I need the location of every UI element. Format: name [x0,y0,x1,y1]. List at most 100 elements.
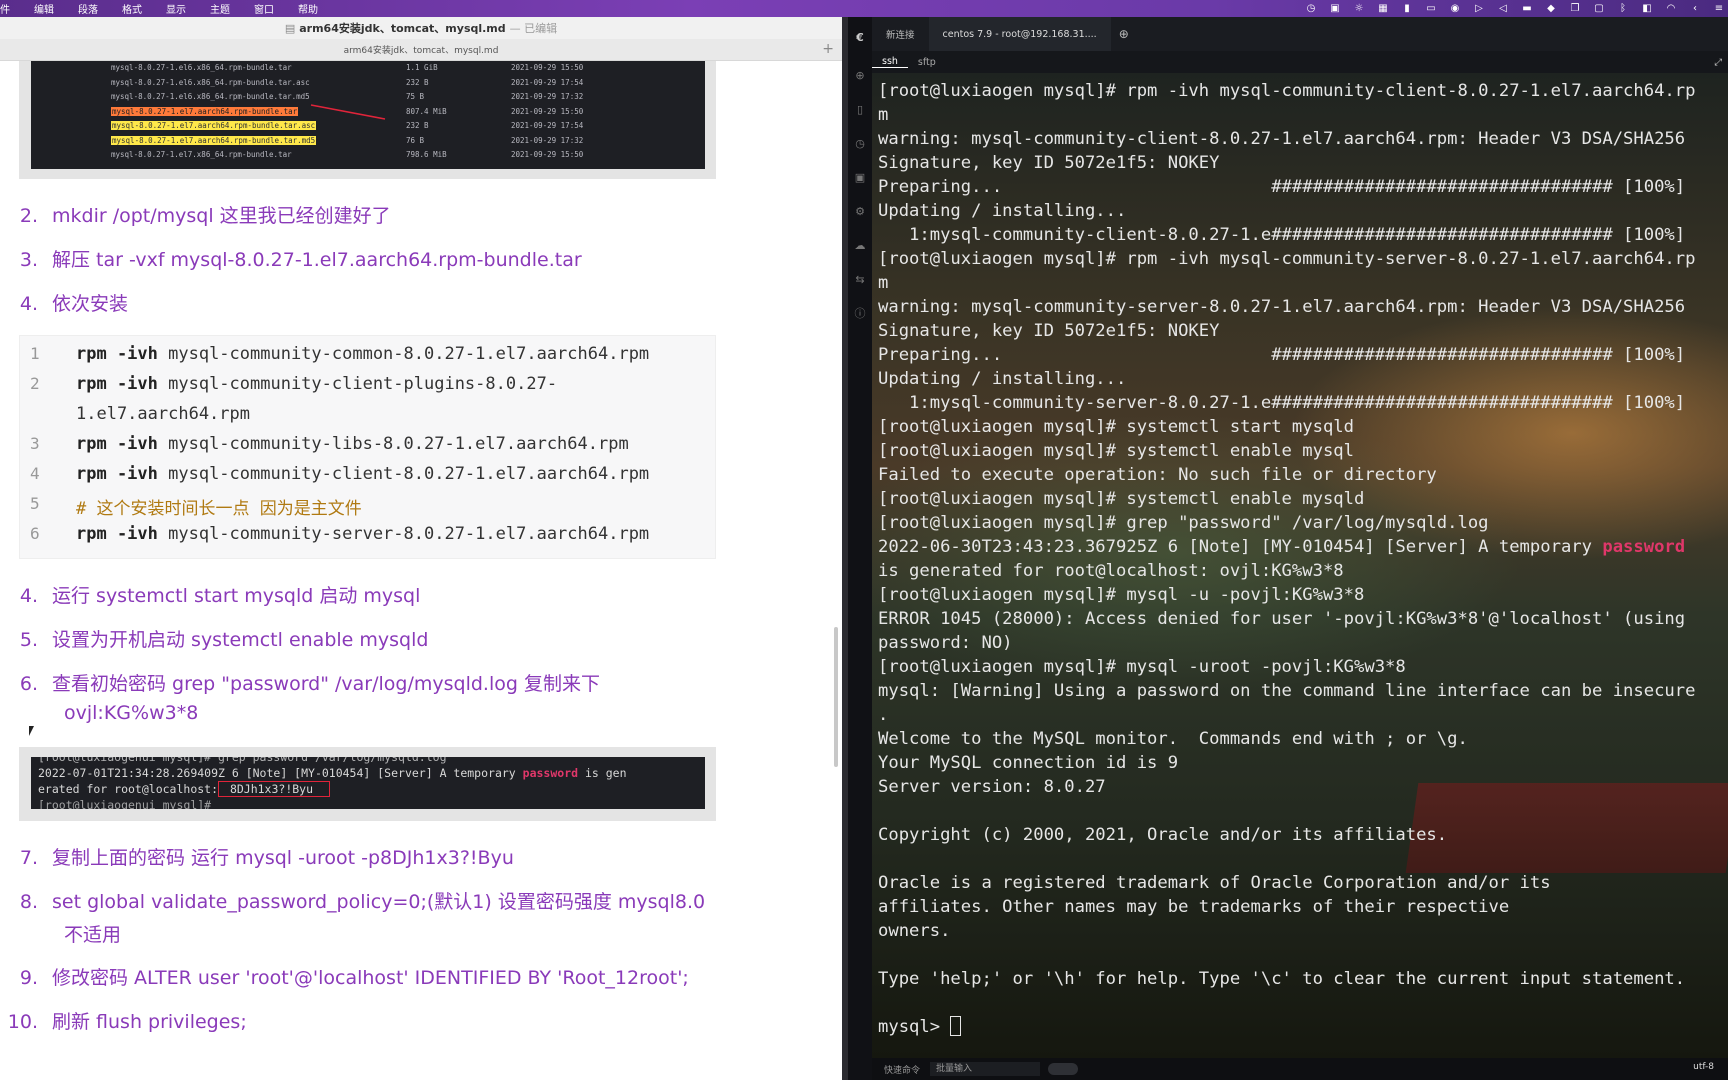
terminal-line: owners. [878,921,951,941]
car-icon[interactable]: ▬ [1522,3,1532,14]
display-icon[interactable]: ▢ [1594,3,1604,14]
menu-paragraph[interactable]: 段落 [78,1,98,16]
bluetooth-icon[interactable]: ᛒ [1618,3,1628,14]
quick-command-button[interactable]: 快速命令 [884,1063,920,1076]
add-icon[interactable]: ⊕ [853,69,867,83]
expand-icon[interactable]: ⤢ [1714,57,1722,68]
play-icon[interactable]: ▷ [1474,3,1484,14]
terminal-line: Oracle is a registered trademark of Orac… [878,873,1551,893]
settings-icon[interactable]: ⚙ [853,205,867,219]
camera-icon[interactable]: ▣ [1330,3,1340,14]
file-row: mysql-8.0.27-1.el6.x86_64.rpm-bundle.tar… [111,63,584,72]
terminal-output[interactable]: [root@luxiaogen mysql]# rpm -ivh mysql-c… [872,73,1728,1058]
log-line: [root@luxiaogenui mysql]# grep password … [38,757,447,764]
mouse-pointer-icon [29,726,34,736]
window-title: arm64安装jdk、tomcat、mysql.md [299,22,506,35]
terminal-line: [root@luxiaogen mysql]# mysql -uroot -po… [878,657,1406,677]
subtab-sftp[interactable]: sftp [908,57,946,68]
terminal-line: Signature, key ID 5072e1f5: NOKEY [878,153,1220,173]
brightness-icon[interactable]: ☼ [1354,3,1364,14]
document-icon: ▤ [284,21,296,35]
menu-help[interactable]: 帮助 [298,1,318,16]
tab-session[interactable]: centos 7.9 - root@192.168.31.... [928,17,1111,51]
window-titlebar: ▤ arm64安装jdk、tomcat、mysql.md — 已编辑 [0,17,842,39]
file-row: mysql-8.0.27-1.el7.aarch64.rpm-bundle.ta… [111,135,584,145]
list-item: 6. 查看初始密码 grep "password" /var/log/mysqld… [19,673,600,695]
control-center-icon[interactable]: ≡ [1714,3,1724,14]
log-line: 2022-07-01T21:34:28.269409Z 6 [Note] [MY… [38,766,627,780]
transfer-icon[interactable]: ⇆ [853,273,867,287]
activity-icon[interactable]: ▦ [1378,3,1388,14]
terminal-line: Your MySQL connection id is 9 [878,753,1179,773]
terminal-line: [root@luxiaogen mysql]# rpm -ivh mysql-c… [878,81,1696,101]
terminal-sidebar: € ⊕ ▯ ◷ ▣ ⚙ ☁ ⇆ ⓘ [848,17,872,1080]
tab-document[interactable]: arm64安装jdk、tomcat、mysql.md [344,43,499,56]
list-item: 8. set global validate_password_policy=0;… [19,891,706,913]
code-block[interactable]: 1 rpm -ivh mysql-community-common-8.0.27-… [19,335,716,559]
battery-icon[interactable]: ▮ [1402,3,1412,14]
list-item: 5. 设置为开机启动 systemctl enable mysqld [19,629,429,651]
terminal-line: [root@luxiaogen mysql]# grep "password" … [878,513,1489,533]
menu-format[interactable]: 格式 [122,1,142,16]
batch-input-field[interactable]: 批量输入 [930,1062,1041,1076]
image-icon[interactable]: ▣ [853,171,867,185]
terminal-line: Preparing... ###########################… [878,345,1686,365]
terminal-line: [root@luxiaogen mysql]# rpm -ivh mysql-c… [878,249,1696,269]
menubar-status-icons: ◷ ▣ ☼ ▦ ▮ ▭ ◉ ▷ ◁ ▬ ◆ ❐ ▢ ᛒ ◧ ◠ ‹ ≡ [1306,0,1724,17]
terminal-line: [root@luxiaogen mysql]# systemctl enable… [878,441,1354,461]
menu-bar: 件 编辑 段落 格式 显示 主题 窗口 帮助 ◷ ▣ ☼ ▦ ▮ ▭ ◉ ▷ ◁… [0,0,1728,17]
session-subtabs: ssh sftp ⤢ [872,51,1728,73]
logo-icon[interactable]: € [853,31,867,45]
terminal-line: Failed to execute operation: No such fil… [878,465,1437,485]
list-item: 10. 刷新 flush privileges; [7,1011,247,1033]
scrollbar[interactable] [834,627,838,767]
terminal-window: € ⊕ ▯ ◷ ▣ ⚙ ☁ ⇆ ⓘ 新连接 centos 7.9 - root@… [848,17,1728,1080]
clock-icon[interactable]: ◷ [1306,3,1316,14]
arrow-annotation [310,104,386,120]
menu-file[interactable]: 件 [0,1,10,16]
typora-window: ▤ arm64安装jdk、tomcat、mysql.md — 已编辑 arm64… [0,17,842,1080]
terminal-line: affiliates. Other names may be trademark… [878,897,1510,917]
info-icon[interactable]: ⓘ [853,307,867,321]
chevron-left-icon[interactable]: ‹ [1690,3,1700,14]
shield-icon[interactable]: ◆ [1546,3,1556,14]
volume-icon[interactable]: ◁ [1498,3,1508,14]
terminal-line: [root@luxiaogen mysql]# mysql -u -povjl:… [878,585,1365,605]
cloud-icon[interactable]: ☁ [853,239,867,253]
record-icon[interactable]: ◉ [1450,3,1460,14]
file-row: mysql-8.0.27-1.el7.x86_64.rpm-bundle.tar… [111,150,584,159]
menu-theme[interactable]: 主题 [210,1,230,16]
list-item: 4. 依次安装 [19,293,129,315]
window-icon[interactable]: ❐ [1570,3,1580,14]
edited-status: — 已编辑 [509,22,558,35]
document-body[interactable]: mysql-8.0.27-1.el6.x86_64.rpm-bundle.tar… [0,61,842,1080]
list-item-continuation: 不适用 [64,924,122,946]
menu-edit[interactable]: 编辑 [34,1,54,16]
list-item: 2. mkdir /opt/mysql 这里我已经创建好了 [19,205,391,227]
batch-toggle[interactable] [1048,1063,1079,1075]
terminal-line: [root@luxiaogen mysql]# systemctl start … [878,417,1354,437]
terminal-line: warning: mysql-community-client-8.0.27-1… [878,129,1686,149]
terminal-line: ERROR 1045 (28000): Access denied for us… [878,609,1686,629]
app-icon[interactable]: ◧ [1642,3,1652,14]
menu-window[interactable]: 窗口 [254,1,274,16]
mysql-prompt[interactable]: mysql> [878,1015,1695,1039]
history-icon[interactable]: ◷ [853,137,867,151]
list-item: 9. 修改密码 ALTER user 'root'@'localhost' IDE… [19,967,689,989]
list-item-continuation: ovjl:KG%w3*8 [64,702,199,724]
subtab-ssh[interactable]: ssh [872,56,908,68]
encoding-label[interactable]: utf-8 [1693,1062,1714,1072]
list-item: 7. 复制上面的密码 运行 mysql -uroot -p8DJh1x3?!Byu [19,847,514,869]
add-tab-icon[interactable]: ⊕ [1119,27,1129,41]
tab-new-connection[interactable]: 新连接 [872,17,929,51]
terminal-line: Welcome to the MySQL monitor. Commands e… [878,729,1468,749]
menu-view[interactable]: 显示 [166,1,186,16]
wifi-icon[interactable]: ◠ [1666,3,1676,14]
file-icon[interactable]: ▯ [853,103,867,117]
terminal-line: Preparing... ###########################… [878,177,1686,197]
add-tab-icon[interactable]: + [822,41,834,57]
card-icon[interactable]: ▭ [1426,3,1436,14]
